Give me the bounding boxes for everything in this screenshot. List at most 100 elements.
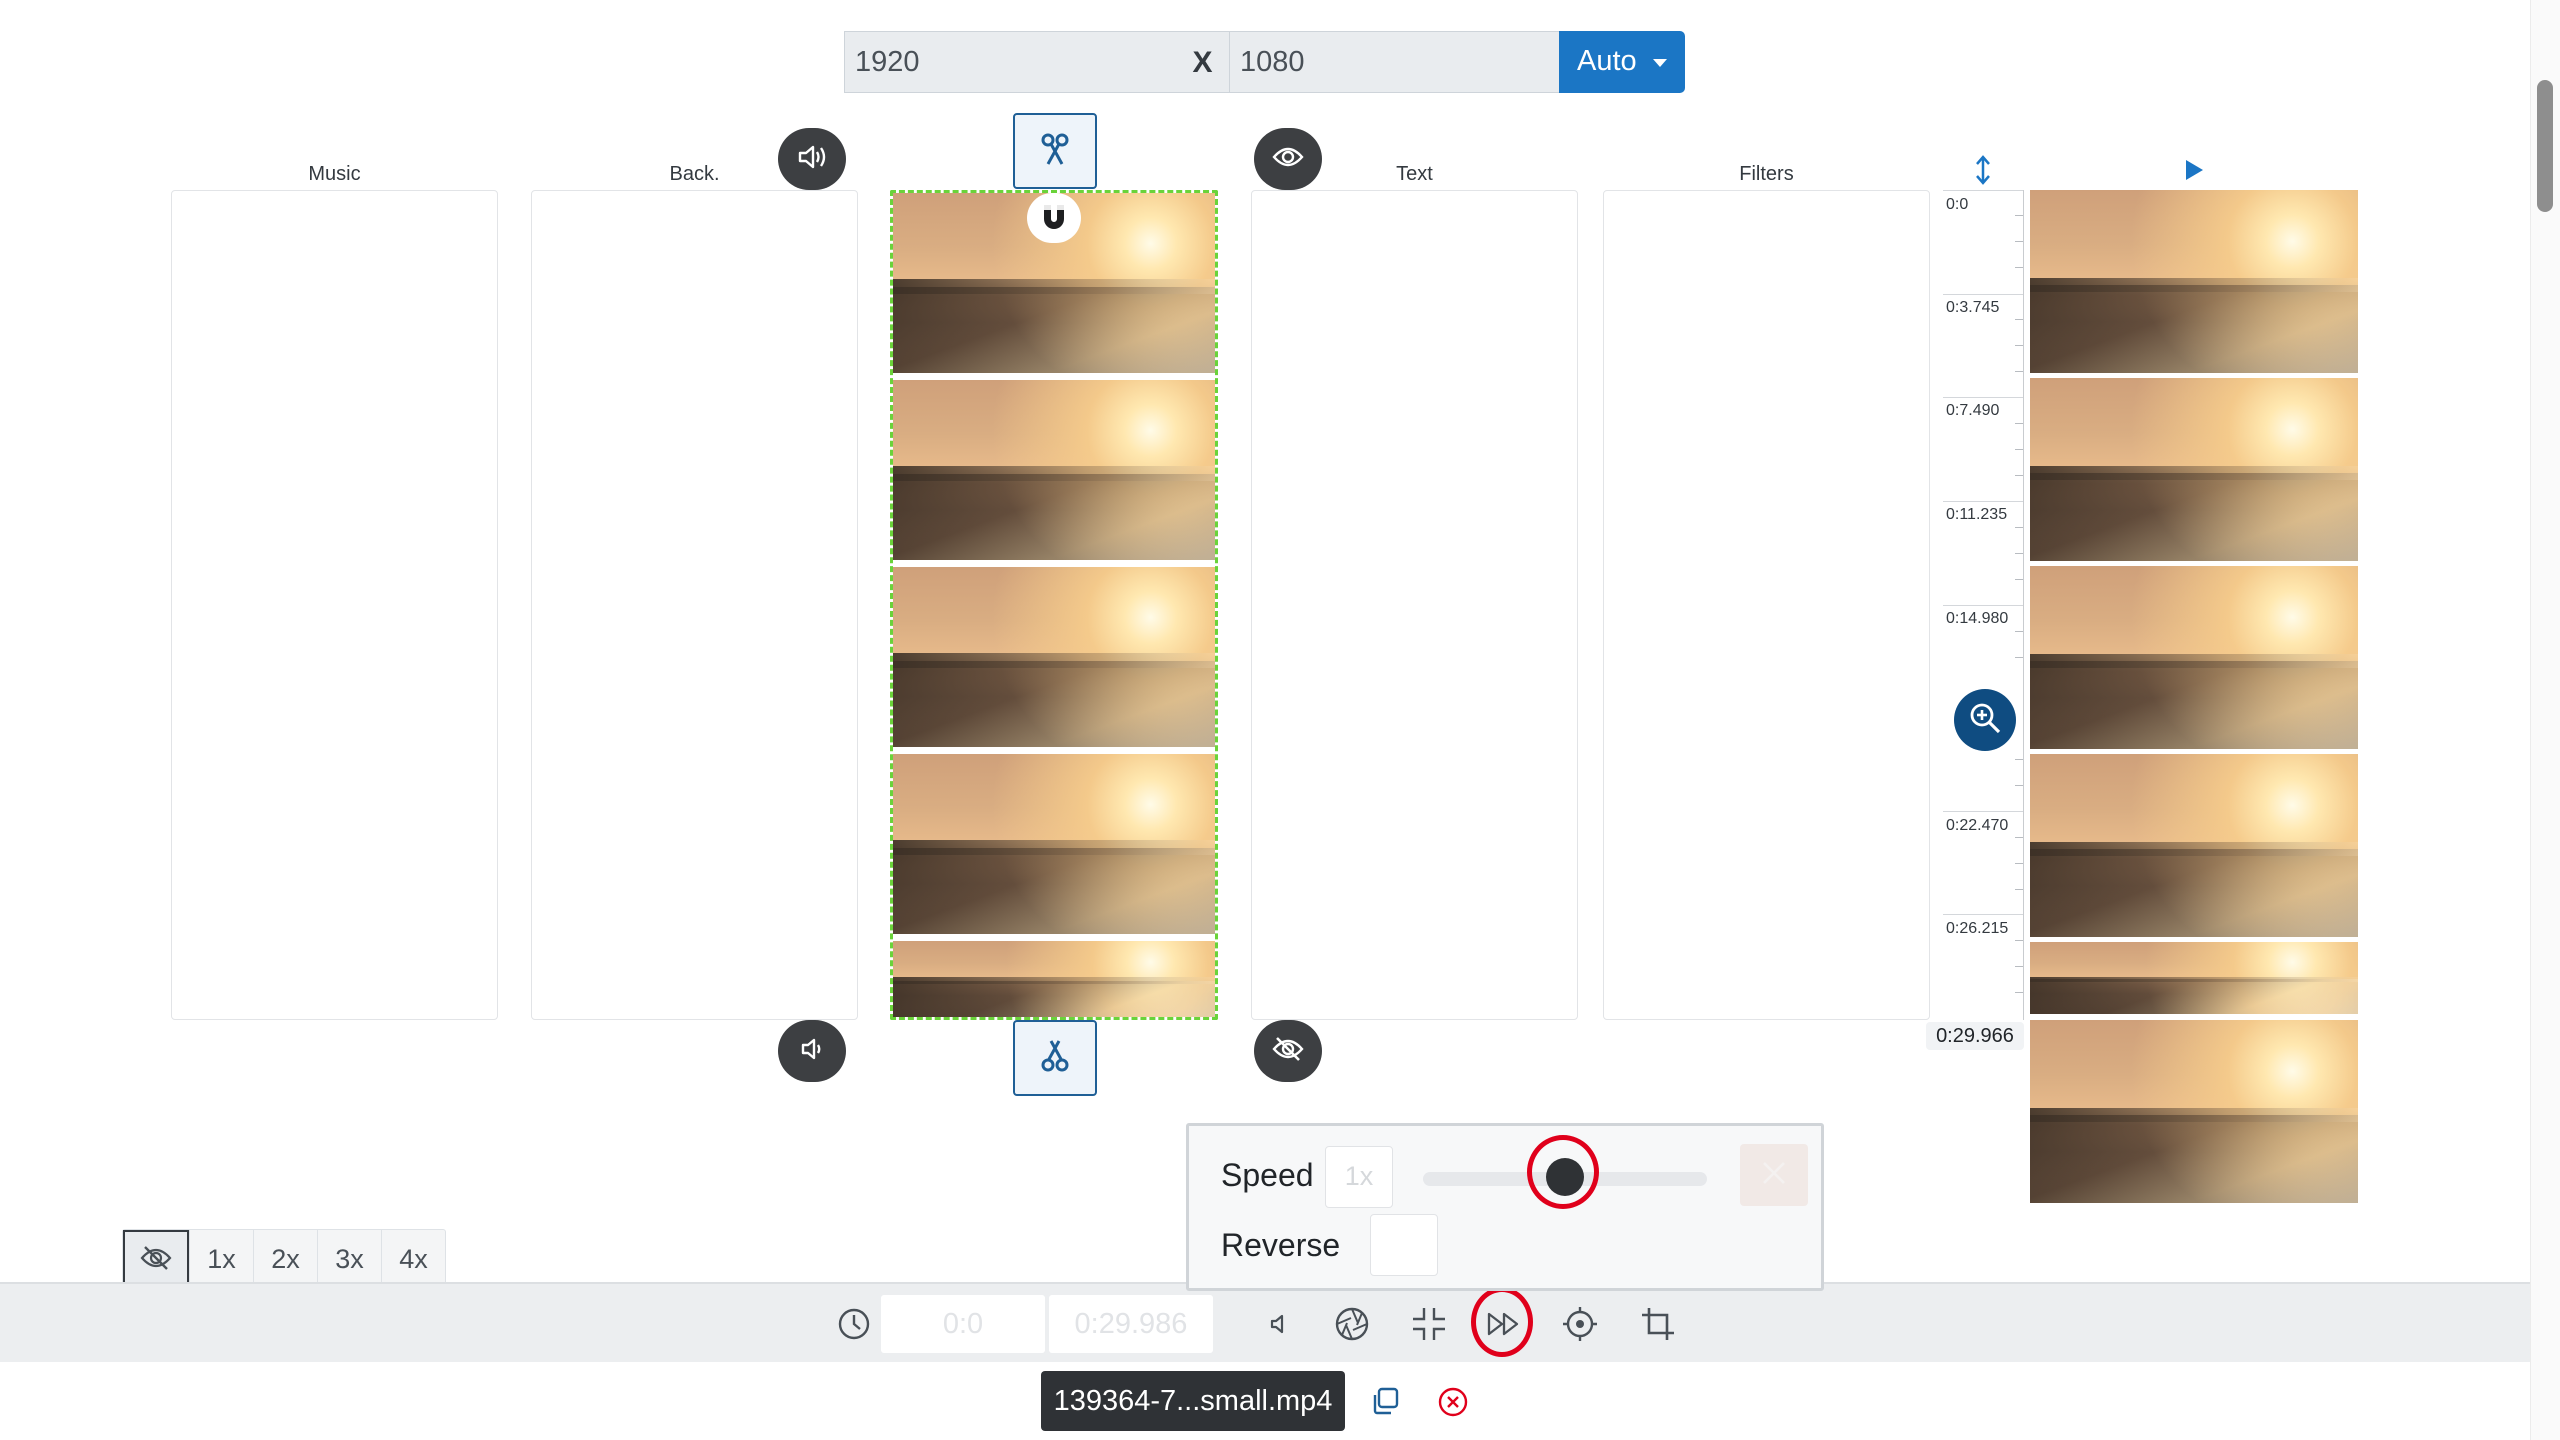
ruler-tick bbox=[1943, 605, 2023, 606]
height-input[interactable]: 1080 bbox=[1229, 31, 1560, 93]
crop-icon[interactable] bbox=[1632, 1298, 1684, 1350]
width-input[interactable]: 1920 bbox=[844, 31, 1177, 93]
preview-frame-thumbnail bbox=[2030, 754, 2358, 937]
play-icon[interactable] bbox=[2184, 159, 2204, 186]
compress-icon[interactable] bbox=[1403, 1298, 1455, 1350]
speed-close-button[interactable] bbox=[1740, 1144, 1808, 1206]
ruler-minor-tick bbox=[2015, 657, 2023, 658]
auto-label: Auto bbox=[1577, 45, 1637, 77]
preview-frame-thumbnail bbox=[2030, 190, 2358, 373]
preview-frame-thumbnail bbox=[2030, 942, 2358, 1014]
ruler-minor-tick bbox=[2015, 837, 2023, 838]
background-volume-button[interactable] bbox=[778, 128, 846, 190]
split-bottom-button[interactable] bbox=[1013, 1020, 1097, 1096]
ruler-minor-tick bbox=[2015, 215, 2023, 216]
ruler-minor-tick bbox=[2015, 553, 2023, 554]
scrollbar-thumb[interactable] bbox=[2537, 80, 2553, 212]
ruler-minor-tick bbox=[2015, 423, 2023, 424]
zoom-in-button[interactable] bbox=[1954, 689, 2016, 751]
ruler-minor-tick bbox=[2015, 966, 2023, 967]
reverse-label: Reverse bbox=[1221, 1227, 1341, 1263]
scissors-icon bbox=[1040, 1039, 1070, 1078]
target-icon[interactable] bbox=[1554, 1298, 1606, 1350]
width-value: 1920 bbox=[855, 46, 920, 78]
aperture-icon[interactable] bbox=[1326, 1298, 1378, 1350]
rate-3x-button[interactable]: 3x bbox=[317, 1230, 381, 1290]
ruler-minor-tick bbox=[2015, 785, 2023, 786]
timeline-time: 0:0 bbox=[1946, 196, 1969, 213]
background-mute-button[interactable] bbox=[778, 1020, 846, 1082]
text-track[interactable] bbox=[1251, 190, 1578, 1020]
scissors-icon bbox=[1040, 132, 1070, 171]
hide-preview-button[interactable] bbox=[123, 1230, 189, 1290]
ruler-minor-tick bbox=[2015, 267, 2023, 268]
ruler-tick bbox=[1943, 190, 2023, 191]
rate-1x-button[interactable]: 1x bbox=[189, 1230, 253, 1290]
timeline-time: 0:22.470 bbox=[1946, 817, 2009, 834]
resize-vertical-icon[interactable] bbox=[1971, 155, 1995, 190]
height-value: 1080 bbox=[1240, 46, 1305, 78]
ruler-minor-tick bbox=[2015, 631, 2023, 632]
file-row: 139364-7...small.mp4 bbox=[0, 1362, 2530, 1440]
music-track[interactable] bbox=[171, 190, 498, 1020]
ruler-minor-tick bbox=[2015, 940, 2023, 941]
timeline-ruler bbox=[2023, 190, 2024, 1020]
start-time-input[interactable]: 0:0 bbox=[881, 1295, 1045, 1353]
copy-icon[interactable] bbox=[1370, 1386, 1400, 1421]
ruler-minor-tick bbox=[2015, 759, 2023, 760]
ruler-minor-tick bbox=[2015, 992, 2023, 993]
ruler-tick bbox=[1943, 501, 2023, 502]
close-circle-icon[interactable] bbox=[1437, 1386, 1469, 1423]
ruler-minor-tick bbox=[2015, 345, 2023, 346]
volume-icon[interactable] bbox=[1252, 1298, 1304, 1350]
filters-track-label: Filters bbox=[1739, 163, 1794, 185]
rate-4x-button[interactable]: 4x bbox=[381, 1230, 445, 1290]
text-visibility-button[interactable] bbox=[1254, 128, 1322, 190]
eye-slash-icon bbox=[1272, 1036, 1304, 1067]
ruler-minor-tick bbox=[2015, 527, 2023, 528]
file-name-chip[interactable]: 139364-7...small.mp4 bbox=[1041, 1371, 1345, 1431]
ruler-tick bbox=[1943, 294, 2023, 295]
clock-icon[interactable] bbox=[828, 1298, 880, 1350]
rate-2x-button[interactable]: 2x bbox=[253, 1230, 317, 1290]
preview-frame-thumbnail bbox=[2030, 1020, 2358, 1203]
ruler-minor-tick bbox=[2015, 241, 2023, 242]
ruler-minor-tick bbox=[2015, 889, 2023, 890]
timeline-time: 0:14.980 bbox=[1946, 610, 2009, 627]
auto-dropdown-button[interactable]: Auto bbox=[1559, 31, 1685, 93]
timeline-time: 0:3.745 bbox=[1946, 299, 2000, 316]
speed-label: Speed bbox=[1221, 1157, 1314, 1193]
caret-down-icon bbox=[1653, 59, 1667, 67]
ruler-tick bbox=[1943, 914, 2023, 915]
eye-icon bbox=[1272, 146, 1304, 173]
text-hide-button[interactable] bbox=[1254, 1020, 1322, 1082]
highlight-ring bbox=[1527, 1135, 1599, 1209]
timeline-time: 0:11.235 bbox=[1946, 506, 2008, 523]
page-scrollbar[interactable] bbox=[2530, 0, 2560, 1440]
ruler-minor-tick bbox=[2015, 371, 2023, 372]
speed-popover: Speed 1x Reverse bbox=[1186, 1123, 1824, 1291]
video-clip[interactable] bbox=[890, 190, 1218, 1020]
ruler-minor-tick bbox=[2015, 475, 2023, 476]
ruler-tick bbox=[1943, 397, 2023, 398]
timeline-time: 0:26.215 bbox=[1946, 920, 2009, 937]
split-top-button[interactable] bbox=[1013, 113, 1097, 189]
speed-value-input[interactable]: 1x bbox=[1325, 1146, 1393, 1208]
ruler-minor-tick bbox=[2015, 579, 2023, 580]
end-time-input[interactable]: 0:29.986 bbox=[1049, 1295, 1213, 1353]
preview-frame-thumbnail bbox=[2030, 378, 2358, 561]
preview-frame-thumbnail bbox=[2030, 566, 2358, 749]
ruler-tick bbox=[1943, 811, 2023, 812]
zoom-in-icon bbox=[1968, 701, 2002, 740]
music-track-label: Music bbox=[308, 163, 361, 185]
resolution-separator: X bbox=[1176, 31, 1229, 93]
ruler-minor-tick bbox=[2015, 863, 2023, 864]
highlight-ring bbox=[1471, 1287, 1533, 1357]
ruler-minor-tick bbox=[2015, 449, 2023, 450]
magnet-icon[interactable] bbox=[1027, 193, 1081, 243]
speaker-icon bbox=[797, 144, 827, 175]
background-track[interactable] bbox=[531, 190, 858, 1020]
close-icon bbox=[1761, 1160, 1787, 1191]
reverse-checkbox[interactable] bbox=[1370, 1214, 1438, 1276]
filters-track[interactable] bbox=[1603, 190, 1930, 1020]
